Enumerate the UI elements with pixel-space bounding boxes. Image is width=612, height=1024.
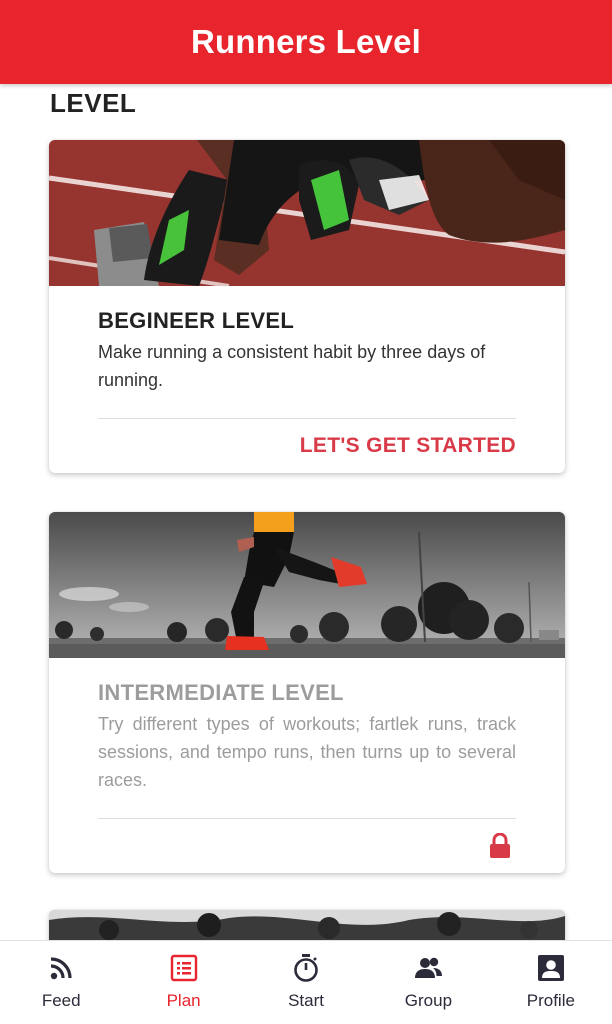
page-title: Runners Level xyxy=(190,23,421,60)
stopwatch-icon xyxy=(294,954,318,982)
level-card-intermediate[interactable]: INTERMEDIATE LEVEL Try different types o… xyxy=(49,512,565,873)
list-icon xyxy=(170,954,197,982)
nav-start[interactable]: Start xyxy=(245,941,367,1024)
level-card-advanced[interactable] xyxy=(49,910,565,940)
nav-label: Group xyxy=(404,991,453,1010)
level-list[interactable]: LEVEL BEGINEER LEVEL Make running a cons… xyxy=(0,84,612,940)
group-icon xyxy=(415,957,443,978)
get-started-button[interactable]: LET'S GET STARTED xyxy=(300,434,516,458)
level-description: Make running a consistent habit by three… xyxy=(98,342,486,390)
nav-label: Feed xyxy=(41,991,81,1010)
nav-label: Plan xyxy=(166,991,201,1010)
nav-label: Profile xyxy=(526,991,575,1010)
card-body: BEGINEER LEVEL Make running a consistent… xyxy=(49,286,565,473)
nav-feed[interactable]: Feed xyxy=(0,941,122,1024)
level-card-beginner[interactable]: BEGINEER LEVEL Make running a consistent… xyxy=(49,140,565,473)
level-title: BEGINEER LEVEL xyxy=(98,308,295,333)
nav-label: Start xyxy=(288,991,324,1010)
sprinter-start-image xyxy=(49,140,565,286)
runners-group-image xyxy=(49,910,565,940)
lock-icon[interactable] xyxy=(488,833,512,859)
level-description: Try different types of workouts; fartlek… xyxy=(98,714,516,790)
bottom-navigation: Feed Plan Start Group Profile xyxy=(0,940,612,1024)
level-title: INTERMEDIATE LEVEL xyxy=(98,680,344,705)
card-footer: LET'S GET STARTED xyxy=(98,419,516,473)
app-header: Runners Level xyxy=(0,0,612,84)
nav-plan[interactable]: Plan xyxy=(122,941,244,1024)
section-title: LEVEL xyxy=(50,88,137,118)
card-body: INTERMEDIATE LEVEL Try different types o… xyxy=(49,658,565,873)
rss-feed-icon xyxy=(51,957,72,980)
nav-group[interactable]: Group xyxy=(367,941,489,1024)
card-footer xyxy=(98,819,516,873)
profile-icon xyxy=(537,955,564,981)
runner-landscape-image xyxy=(49,512,565,658)
nav-profile[interactable]: Profile xyxy=(490,941,612,1024)
